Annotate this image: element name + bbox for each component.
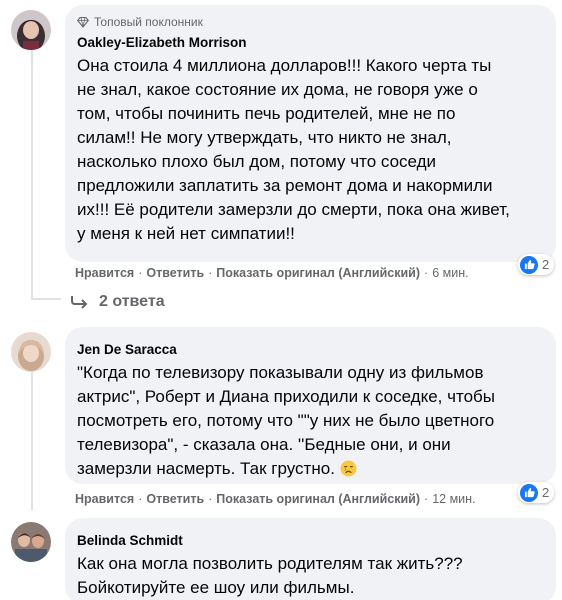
reply-arrow-icon (71, 296, 88, 309)
thread-line-curve (31, 298, 61, 300)
timestamp[interactable]: 12 мин. (432, 492, 475, 506)
like-reaction-icon (520, 255, 538, 274)
reply-link[interactable]: Ответить (146, 492, 204, 506)
thread-line-2 (31, 370, 33, 510)
replies-label: 2 ответа (99, 293, 165, 310)
view-replies-button[interactable]: 2 ответа (71, 293, 165, 311)
comment-actions: Нравится · Ответить · Показать оригинал … (75, 492, 476, 506)
like-reaction-icon (520, 483, 538, 502)
like-link[interactable]: Нравится (75, 492, 134, 506)
comment-author[interactable]: Jen De Saracca (77, 341, 544, 358)
avatar[interactable] (11, 10, 51, 50)
badge-label: Топовый поклонник (94, 15, 203, 29)
comment-author[interactable]: Belinda Schmidt (77, 532, 544, 549)
reaction-count-label: 2 (542, 485, 550, 500)
thread-line (31, 50, 33, 300)
see-original-link[interactable]: Показать оригинал (Английский) (216, 492, 420, 506)
comment-actions: Нравится · Ответить · Показать оригинал … (75, 266, 469, 280)
like-link[interactable]: Нравится (75, 266, 134, 280)
comment-text: Как она могла позволить родителям так жи… (77, 554, 463, 597)
see-original-link[interactable]: Показать оригинал (Английский) (216, 266, 420, 280)
timestamp[interactable]: 6 мин. (432, 266, 468, 280)
diamond-badge-icon (77, 16, 89, 28)
reaction-count[interactable]: 2 (518, 254, 555, 275)
comment-bubble: Jen De Saracca "Когда по телевизору пока… (65, 327, 556, 484)
crying-face-emoji-icon (340, 460, 357, 477)
reply-link[interactable]: Ответить (146, 266, 204, 280)
avatar[interactable] (11, 522, 51, 562)
comment-author[interactable]: Oakley-Elizabeth Morrison (77, 34, 544, 51)
reaction-count-label: 2 (542, 257, 550, 272)
avatar[interactable] (11, 332, 51, 372)
reaction-count[interactable]: 2 (518, 482, 555, 503)
comment-text: Она стоила 4 миллиона долларов!!! Какого… (77, 56, 510, 243)
top-fan-badge: Топовый поклонник (77, 14, 544, 30)
comment-bubble: Belinda Schmidt Как она могла позволить … (65, 518, 556, 600)
comment-bubble: Топовый поклонник Oakley-Elizabeth Morri… (65, 5, 556, 262)
comment-text: "Когда по телевизору показывали одну из … (77, 363, 495, 478)
